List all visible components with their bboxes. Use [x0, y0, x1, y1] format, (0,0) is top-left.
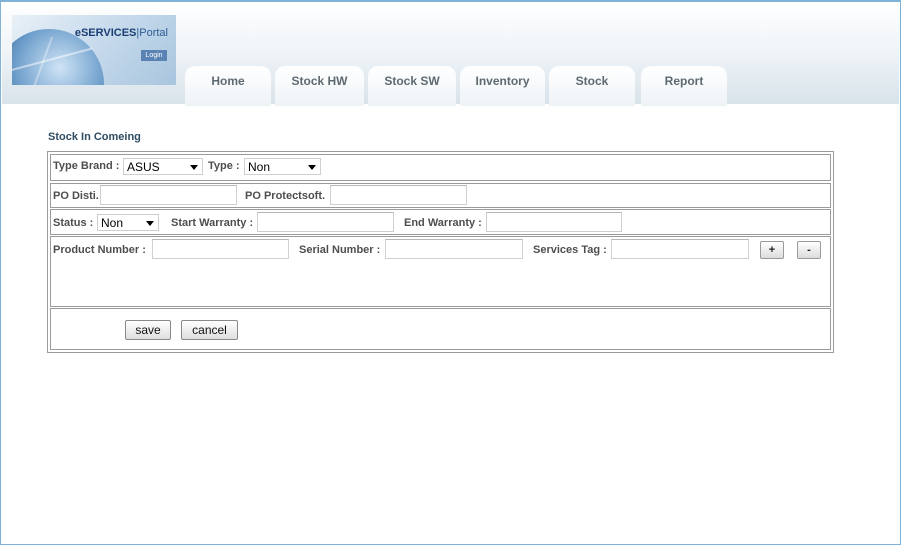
end-warranty-input[interactable]	[486, 212, 622, 232]
row-po: PO Disti. PO Protectsoft.	[50, 183, 831, 208]
start-warranty-input[interactable]	[257, 212, 394, 232]
product-number-input[interactable]	[152, 239, 289, 259]
logo-title: eSERVICES|Portal	[75, 27, 168, 39]
add-row-button[interactable]: +	[760, 241, 784, 259]
status-value: Non	[101, 216, 124, 230]
logo-title-text: eSERVICES	[74, 27, 137, 39]
type-value: Non	[248, 160, 271, 174]
tab-stock-sw[interactable]: Stock SW	[368, 66, 456, 106]
serial-number-input[interactable]	[385, 239, 523, 259]
chevron-down-icon	[190, 165, 198, 170]
page-title: Stock In Comeing	[48, 131, 141, 143]
logo: eSERVICES|Portal Login	[12, 15, 176, 85]
end-warranty-label: End Warranty :	[404, 217, 482, 229]
status-select[interactable]: Non	[97, 214, 159, 231]
type-brand-select[interactable]: ASUS	[123, 158, 203, 175]
po-protectsoft-label: PO Protectsoft.	[245, 190, 326, 202]
cancel-button[interactable]: cancel	[181, 320, 238, 340]
save-button[interactable]: save	[125, 320, 171, 340]
type-select[interactable]: Non	[244, 158, 321, 175]
tab-inventory[interactable]: Inventory	[460, 66, 545, 106]
row-product-serial: Product Number : Serial Number : Service…	[50, 236, 831, 307]
po-disti-input[interactable]	[100, 185, 237, 205]
row-actions: save cancel	[50, 308, 831, 350]
chevron-down-icon	[308, 165, 316, 170]
header: eSERVICES|Portal Login Home Stock HW Sto…	[2, 2, 899, 106]
tab-stock-hw[interactable]: Stock HW	[275, 66, 364, 106]
type-brand-label: Type Brand :	[53, 160, 120, 172]
login-button[interactable]: Login	[141, 50, 167, 61]
status-label: Status :	[53, 217, 94, 229]
row-brand-type: Type Brand : ASUS Type : Non	[50, 154, 831, 181]
serial-number-label: Serial Number :	[299, 244, 381, 256]
type-brand-value: ASUS	[127, 160, 160, 174]
tab-report[interactable]: Report	[641, 66, 727, 106]
po-disti-label: PO Disti.	[53, 190, 99, 202]
services-tag-label: Services Tag :	[533, 244, 607, 256]
type-label: Type :	[208, 160, 240, 172]
remove-row-button[interactable]: -	[797, 241, 821, 259]
chevron-down-icon	[146, 221, 154, 226]
tab-home[interactable]: Home	[185, 66, 271, 106]
start-warranty-label: Start Warranty :	[171, 217, 254, 229]
row-status-warranty: Status : Non Start Warranty : End Warran…	[50, 209, 831, 235]
logo-subtitle: Portal	[139, 27, 168, 39]
services-tag-input[interactable]	[611, 239, 749, 259]
tab-stock[interactable]: Stock	[549, 66, 635, 106]
po-protectsoft-input[interactable]	[330, 185, 467, 205]
product-number-label: Product Number :	[53, 244, 146, 256]
